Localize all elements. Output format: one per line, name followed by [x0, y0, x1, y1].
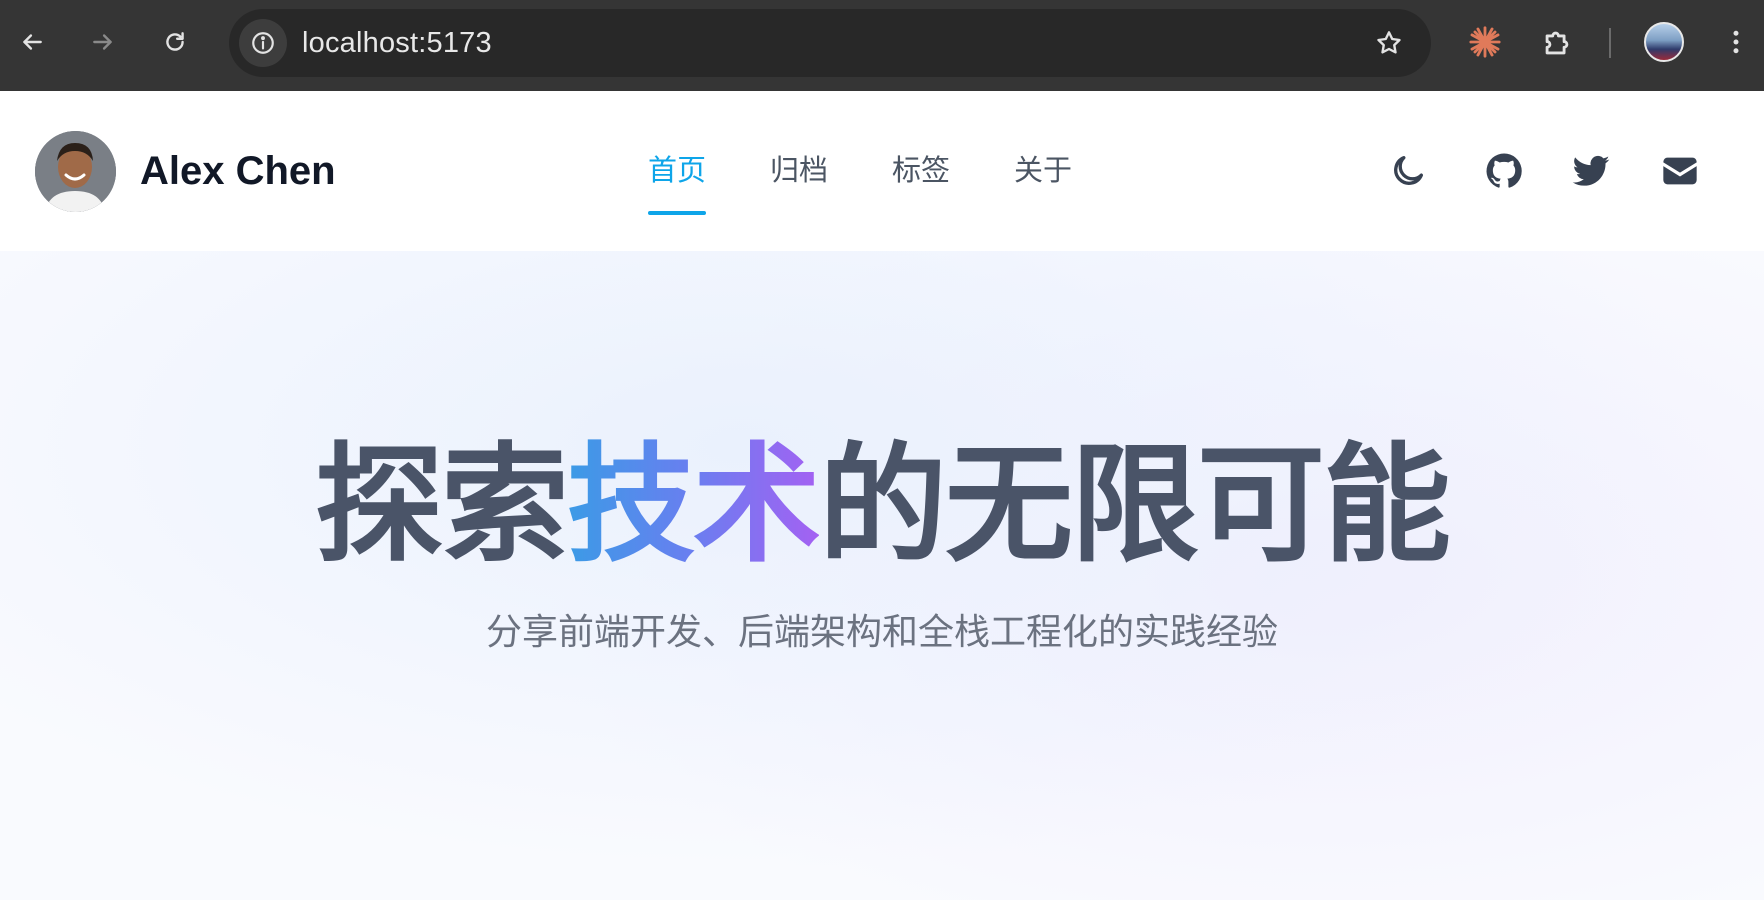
nav-item-home[interactable]: 首页	[648, 151, 707, 215]
mail-icon	[1663, 157, 1697, 185]
reload-icon	[166, 32, 184, 51]
browser-toolbar: localhost:5173	[0, 0, 1764, 91]
forward-button[interactable]	[81, 20, 125, 64]
email-link[interactable]	[1657, 148, 1703, 194]
toolbar-divider	[1609, 28, 1611, 58]
avatar[interactable]	[35, 131, 116, 212]
theme-toggle-button[interactable]	[1385, 148, 1431, 194]
arrow-right-icon	[93, 34, 112, 50]
address-bar[interactable]: localhost:5173	[229, 9, 1431, 77]
main-nav: 首页 归档 标签 关于	[648, 151, 1072, 215]
claude-extension-icon	[1469, 26, 1501, 58]
site-header: Alex Chen 首页 归档 标签 关于	[0, 91, 1764, 251]
twitter-icon	[1572, 155, 1610, 186]
moon-icon	[1394, 156, 1423, 185]
hero-title-highlight: 技术	[566, 434, 821, 577]
browser-menu-button[interactable]	[1716, 22, 1756, 62]
puzzle-icon	[1545, 31, 1569, 55]
kebab-menu-icon	[1733, 30, 1739, 54]
extensions-button[interactable]	[1536, 22, 1578, 64]
avatar-photo	[35, 131, 116, 212]
profile-avatar[interactable]	[1644, 22, 1684, 62]
url-text[interactable]: localhost:5173	[302, 9, 492, 77]
hero-section: 探索技术的无限可能 分享前端开发、后端架构和全栈工程化的实践经验	[0, 251, 1764, 900]
site-info-button[interactable]	[239, 19, 287, 67]
star-icon	[1377, 31, 1401, 54]
page: Alex Chen 首页 归档 标签 关于 探索技术的无限可能 分享前端开发、后…	[0, 91, 1764, 900]
github-link[interactable]	[1481, 148, 1527, 194]
reload-button[interactable]	[153, 20, 197, 64]
twitter-link[interactable]	[1568, 148, 1614, 194]
nav-item-archive[interactable]: 归档	[770, 151, 828, 201]
claude-extension-button[interactable]	[1465, 22, 1505, 62]
hero-title-suffix: 的无限可能	[819, 434, 1451, 577]
github-icon	[1486, 153, 1522, 188]
nav-item-tags[interactable]: 标签	[892, 151, 950, 201]
arrow-left-icon	[23, 34, 42, 50]
hero-title-prefix: 探索	[314, 434, 569, 577]
nav-item-about[interactable]: 关于	[1014, 151, 1072, 201]
info-icon	[252, 32, 274, 54]
back-button[interactable]	[10, 20, 54, 64]
author-name[interactable]: Alex Chen	[140, 143, 336, 199]
hero-title: 探索技术的无限可能	[0, 431, 1764, 581]
bookmark-button[interactable]	[1369, 23, 1409, 63]
hero-subtitle: 分享前端开发、后端架构和全栈工程化的实践经验	[485, 611, 1278, 652]
